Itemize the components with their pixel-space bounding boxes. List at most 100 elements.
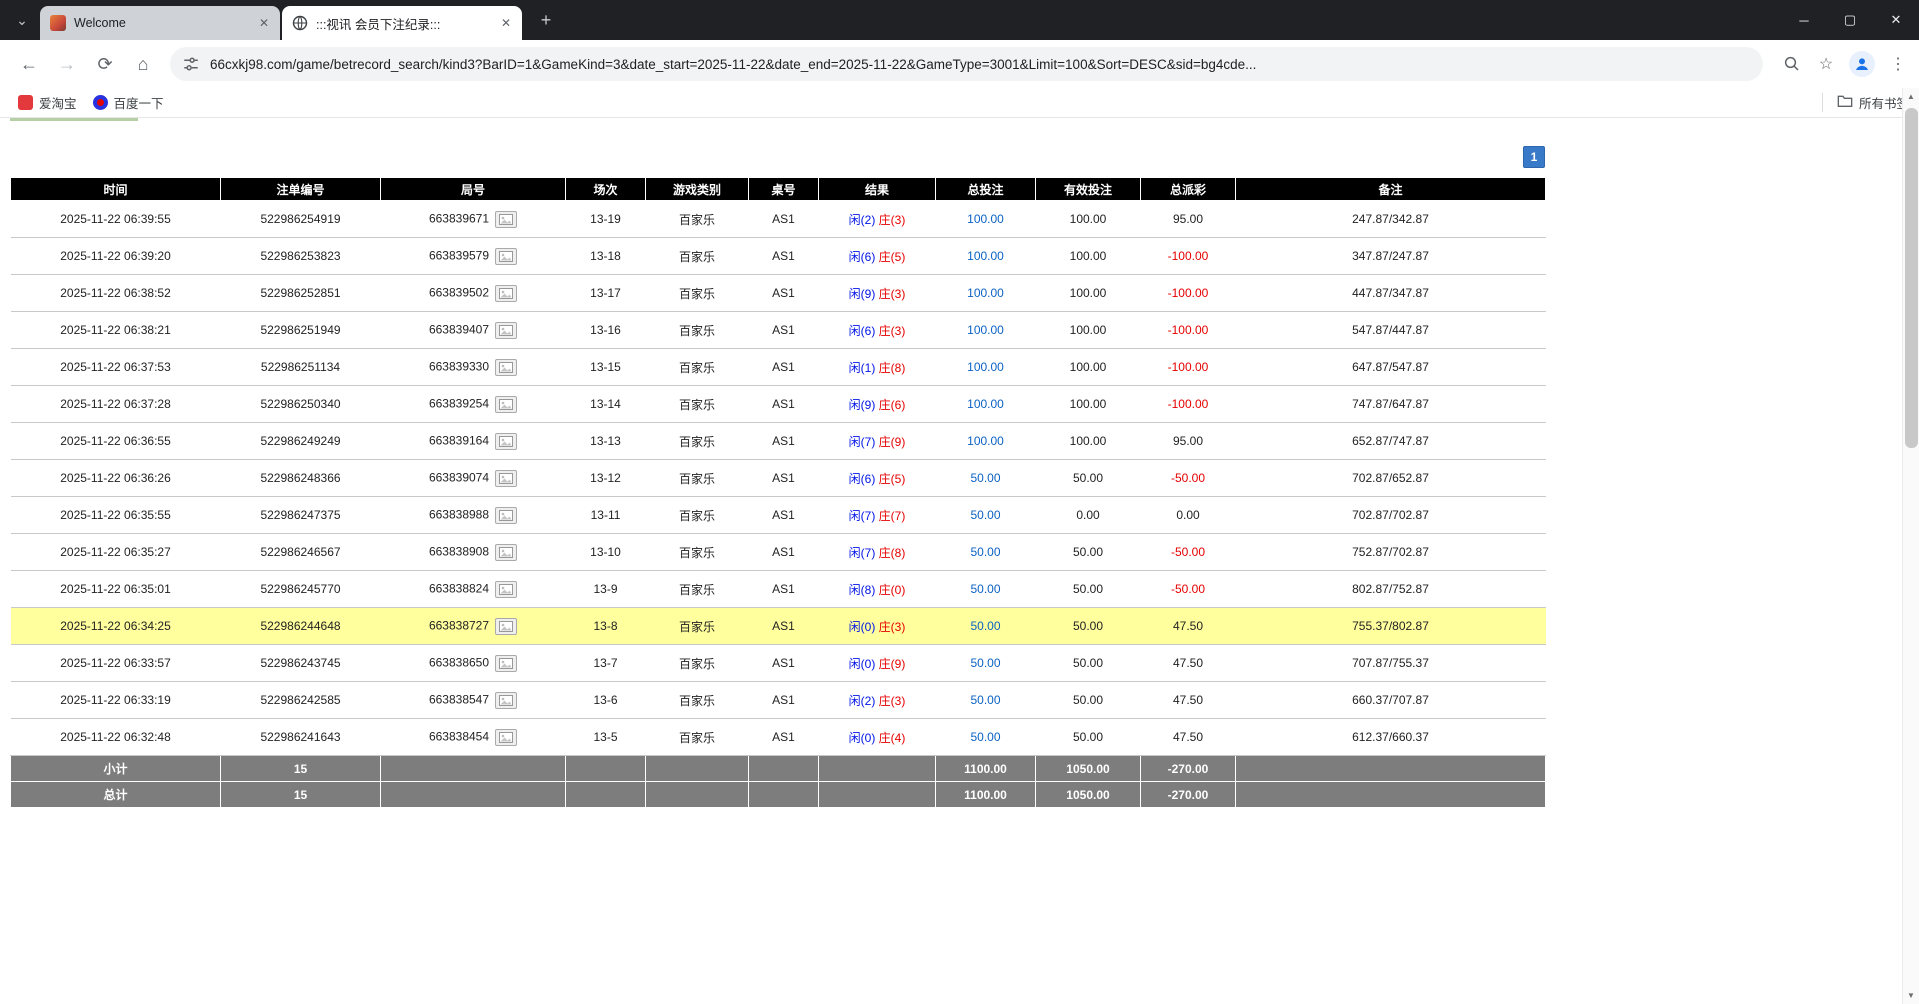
table-row[interactable]: 2025-11-22 06:38:21522986251949663839407… <box>11 312 1546 349</box>
tab-close-icon[interactable]: ✕ <box>256 15 272 31</box>
table-row[interactable]: 2025-11-22 06:33:57522986243745663838650… <box>11 645 1546 682</box>
reload-button[interactable]: ⟳ <box>88 47 122 81</box>
site-settings-icon[interactable] <box>182 55 200 73</box>
browser-window: ⌄ Welcome ✕ :::视讯 会员下注纪录::: ✕ + ─ ▢ ✕ ← … <box>0 0 1919 1004</box>
cell-bet-id: 522986252851 <box>221 275 381 312</box>
tab-close-icon[interactable]: ✕ <box>498 15 514 31</box>
round-media-icon[interactable] <box>495 359 517 376</box>
round-media-icon[interactable] <box>495 211 517 228</box>
total-bet-link[interactable]: 100.00 <box>967 397 1004 411</box>
round-media-icon[interactable] <box>495 248 517 265</box>
cell-total-bet: 50.00 <box>936 497 1036 534</box>
back-button[interactable]: ← <box>12 47 46 81</box>
result-player: 闲(0) <box>849 620 876 634</box>
total-bet-link[interactable]: 50.00 <box>970 619 1000 633</box>
round-media-icon[interactable] <box>495 655 517 672</box>
cell-time: 2025-11-22 06:35:01 <box>11 571 221 608</box>
new-tab-button[interactable]: + <box>532 6 560 34</box>
scroll-down-icon[interactable]: ▼ <box>1903 987 1919 1004</box>
cell-session: 13-9 <box>566 571 646 608</box>
total-bet-link[interactable]: 50.00 <box>970 582 1000 596</box>
round-media-icon[interactable] <box>495 544 517 561</box>
round-media-icon[interactable] <box>495 581 517 598</box>
table-row[interactable]: 2025-11-22 06:37:53522986251134663839330… <box>11 349 1546 386</box>
cell-game-type: 百家乐 <box>646 571 749 608</box>
scroll-up-icon[interactable]: ▲ <box>1903 88 1919 105</box>
table-row[interactable]: 2025-11-22 06:39:55522986254919663839671… <box>11 201 1546 238</box>
cell-round: 663839407 <box>381 312 566 349</box>
vertical-scrollbar[interactable]: ▲ ▼ <box>1902 88 1919 1004</box>
total-bet-link[interactable]: 100.00 <box>967 249 1004 263</box>
total-bet-link[interactable]: 50.00 <box>970 471 1000 485</box>
cell-total-bet: 50.00 <box>936 682 1036 719</box>
total-bet-link[interactable]: 100.00 <box>967 360 1004 374</box>
total-bet-link[interactable]: 50.00 <box>970 508 1000 522</box>
table-row[interactable]: 2025-11-22 06:38:52522986252851663839502… <box>11 275 1546 312</box>
bookmark-baidu[interactable]: 百度一下 <box>85 90 172 115</box>
cell-game-type: 百家乐 <box>646 423 749 460</box>
total-bet-link[interactable]: 100.00 <box>967 212 1004 226</box>
round-media-icon[interactable] <box>495 507 517 524</box>
bookmark-star-icon[interactable]: ☆ <box>1815 53 1837 75</box>
table-row[interactable]: 2025-11-22 06:33:19522986242585663838547… <box>11 682 1546 719</box>
forward-button[interactable]: → <box>50 47 84 81</box>
total-bet-link[interactable]: 50.00 <box>970 693 1000 707</box>
menu-kebab-icon[interactable]: ⋮ <box>1887 53 1909 75</box>
total-bet-link[interactable]: 100.00 <box>967 286 1004 300</box>
round-number: 663838908 <box>429 544 489 558</box>
cell-remark: 612.37/660.37 <box>1236 719 1546 756</box>
result-player: 闲(0) <box>849 731 876 745</box>
tab-welcome[interactable]: Welcome ✕ <box>40 6 280 40</box>
tab-bet-record[interactable]: :::视讯 会员下注纪录::: ✕ <box>282 6 522 40</box>
all-bookmarks-button[interactable]: 所有书签 <box>1822 93 1909 112</box>
table-row[interactable]: 2025-11-22 06:35:27522986246567663838908… <box>11 534 1546 571</box>
pagination-page-1[interactable]: 1 <box>1523 146 1545 168</box>
table-row[interactable]: 2025-11-22 06:32:48522986241643663838454… <box>11 719 1546 756</box>
table-row[interactable]: 2025-11-22 06:35:55522986247375663838988… <box>11 497 1546 534</box>
total-bet-link[interactable]: 50.00 <box>970 656 1000 670</box>
scrollbar-thumb[interactable] <box>1905 108 1918 448</box>
cell-total-bet: 50.00 <box>936 719 1036 756</box>
maximize-button[interactable]: ▢ <box>1827 0 1873 40</box>
cell-valid-bet: 100.00 <box>1036 386 1141 423</box>
table-row[interactable]: 2025-11-22 06:37:28522986250340663839254… <box>11 386 1546 423</box>
table-row[interactable]: 2025-11-22 06:35:01522986245770663838824… <box>11 571 1546 608</box>
cell-payout: -100.00 <box>1141 275 1236 312</box>
round-media-icon[interactable] <box>495 729 517 746</box>
cell-table-no: AS1 <box>749 386 819 423</box>
round-media-icon[interactable] <box>495 322 517 339</box>
profile-avatar-icon[interactable] <box>1849 51 1875 77</box>
foot-cell <box>819 756 936 782</box>
round-media-icon[interactable] <box>495 433 517 450</box>
round-media-icon[interactable] <box>495 692 517 709</box>
address-bar[interactable]: 66cxkj98.com/game/betrecord_search/kind3… <box>170 47 1763 81</box>
round-media-icon[interactable] <box>495 285 517 302</box>
result-banker: 庄(9) <box>879 657 906 671</box>
total-bet-link[interactable]: 50.00 <box>970 730 1000 744</box>
cell-time: 2025-11-22 06:37:53 <box>11 349 221 386</box>
home-button[interactable]: ⌂ <box>126 47 160 81</box>
cell-table-no: AS1 <box>749 682 819 719</box>
table-row[interactable]: 2025-11-22 06:36:55522986249249663839164… <box>11 423 1546 460</box>
round-media-icon[interactable] <box>495 470 517 487</box>
bookmark-aitaobao[interactable]: 爱淘宝 <box>10 90 85 115</box>
zoom-indicator-icon[interactable] <box>1781 53 1803 75</box>
minimize-button[interactable]: ─ <box>1781 0 1827 40</box>
total-bet-link[interactable]: 100.00 <box>967 323 1004 337</box>
cell-table-no: AS1 <box>749 571 819 608</box>
round-media-icon[interactable] <box>495 618 517 635</box>
close-button[interactable]: ✕ <box>1873 0 1919 40</box>
cell-game-type: 百家乐 <box>646 460 749 497</box>
round-number: 663838727 <box>429 618 489 632</box>
total-bet-link[interactable]: 100.00 <box>967 434 1004 448</box>
total-bet-link[interactable]: 50.00 <box>970 545 1000 559</box>
result-banker: 庄(8) <box>879 546 906 560</box>
tab-search-button[interactable]: ⌄ <box>8 6 36 34</box>
table-row[interactable]: 2025-11-22 06:39:20522986253823663839579… <box>11 238 1546 275</box>
cell-total-bet: 50.00 <box>936 571 1036 608</box>
table-row[interactable]: 2025-11-22 06:34:25522986244648663838727… <box>11 608 1546 645</box>
cell-game-type: 百家乐 <box>646 201 749 238</box>
round-media-icon[interactable] <box>495 396 517 413</box>
table-row[interactable]: 2025-11-22 06:36:26522986248366663839074… <box>11 460 1546 497</box>
cell-total-bet: 100.00 <box>936 201 1036 238</box>
